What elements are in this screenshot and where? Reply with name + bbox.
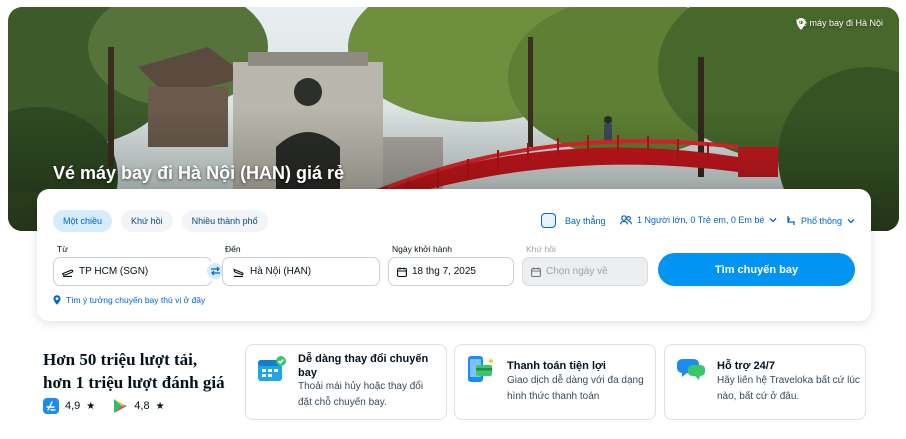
download-stats: Hơn 50 triệu lượt tải, hơn 1 triệu lượt … xyxy=(43,348,225,394)
star-icon: ★ xyxy=(86,400,96,412)
calendar-icon xyxy=(397,267,407,277)
cabin-class-label: Phổ thông xyxy=(801,215,843,226)
feature-description: Giao dịch dễ dàng với đa dạng hình thức … xyxy=(507,375,644,402)
calendar-icon xyxy=(258,356,286,381)
swap-arrows-icon xyxy=(210,266,220,276)
to-field[interactable]: Hà Nội (HAN) xyxy=(222,257,380,286)
flight-ideas-label: Tìm ý tưởng chuyến bay thú vị ở đây xyxy=(66,295,206,305)
app-ratings: 4,9 ★ 4,8 ★ xyxy=(43,398,177,414)
app-store-icon xyxy=(43,398,59,414)
chat-bubbles-icon xyxy=(677,359,705,380)
tab-one-way[interactable]: Một chiều xyxy=(53,210,113,232)
feature-description: Hãy liên hệ Traveloka bất cứ lúc nào, bấ… xyxy=(717,375,860,402)
tab-multi-city[interactable]: Nhiều thành phố xyxy=(181,210,268,232)
app-store-rating-value: 4,9 xyxy=(65,400,81,412)
page-title: Vé máy bay đi Hà Nội (HAN) giá rẻ xyxy=(53,163,345,183)
chevron-down-icon xyxy=(769,218,777,223)
plane-takeoff-icon xyxy=(62,269,74,277)
stats-line-2: hơn 1 triệu lượt đánh giá xyxy=(43,373,225,392)
feature-title: Hỗ trợ 24/7 xyxy=(717,360,775,372)
feature-card-flexible: Dễ dàng thay đổi chuyến bay Thoải mái hủ… xyxy=(245,344,447,420)
feature-title: Thanh toán tiện lợi xyxy=(507,360,606,372)
hero-location-label: Vé máy bay đi Hà Nội xyxy=(795,18,883,28)
search-flights-button[interactable]: Tìm chuyến bay xyxy=(658,253,855,286)
depart-date-field[interactable]: 18 thg 7, 2025 xyxy=(388,257,514,286)
passenger-label: 1 Người lớn, 0 Trẻ em, 0 Em bé xyxy=(637,215,765,225)
plane-landing-icon xyxy=(233,268,244,277)
location-pin-icon xyxy=(53,295,61,305)
from-field[interactable]: TP HCM (SGN) xyxy=(53,257,212,286)
chevron-down-icon xyxy=(847,218,855,223)
flight-search-card: Một chiều Khứ hồi Nhiều thành phố Bay th… xyxy=(37,189,871,321)
direct-flight-checkbox[interactable] xyxy=(541,213,556,228)
depart-label: Ngày khởi hành xyxy=(392,244,452,254)
depart-date-value: 18 thg 7, 2025 xyxy=(412,266,476,277)
calendar-icon xyxy=(531,267,541,277)
google-play-icon xyxy=(114,399,128,413)
trip-type-tabs: Một chiều Khứ hồi Nhiều thành phố xyxy=(53,210,268,232)
from-label: Từ xyxy=(57,244,68,254)
feature-card-payment: Thanh toán tiện lợi Giao dịch dễ dàng vớ… xyxy=(454,344,656,420)
stats-line-1: Hơn 50 triệu lượt tải, xyxy=(43,350,198,369)
return-date-field[interactable]: Chọn ngày về xyxy=(522,257,648,286)
seat-icon xyxy=(787,216,795,225)
star-icon: ★ xyxy=(155,400,165,412)
from-value: TP HCM (SGN) xyxy=(79,266,149,277)
to-value: Hà Nội (HAN) xyxy=(250,266,312,277)
payment-phone-icon xyxy=(468,356,494,382)
return-label: Khứ hồi xyxy=(526,244,556,254)
play-store-rating-value: 4,8 xyxy=(134,400,150,412)
feature-card-support: Hỗ trợ 24/7 Hãy liên hệ Traveloka bất cứ… xyxy=(664,344,866,420)
passenger-selector[interactable]: 1 Người lớn, 0 Trẻ em, 0 Em bé xyxy=(620,215,777,225)
direct-flight-toggle[interactable]: Bay thẳng xyxy=(541,213,606,228)
flight-ideas-link[interactable]: Tìm ý tưởng chuyến bay thú vị ở đây xyxy=(53,295,205,305)
hero-location: Vé máy bay đi Hà Nội xyxy=(795,18,883,30)
play-store-rating[interactable]: 4,8 ★ xyxy=(113,398,165,414)
cabin-class-selector[interactable]: Phổ thông xyxy=(786,215,855,226)
to-label: Đến xyxy=(225,244,241,254)
tab-round-trip[interactable]: Khứ hồi xyxy=(121,210,173,232)
app-store-rating[interactable]: 4,9 ★ xyxy=(43,398,95,414)
return-date-placeholder: Chọn ngày về xyxy=(546,266,608,277)
direct-flight-label: Bay thẳng xyxy=(565,215,606,226)
location-pin-icon xyxy=(796,18,806,30)
feature-description: Thoải mái hủy hoặc thay đổi đặt chỗ chuy… xyxy=(298,381,424,408)
feature-title: Dễ dàng thay đổi chuyến bay xyxy=(298,353,429,379)
users-icon xyxy=(620,215,632,225)
